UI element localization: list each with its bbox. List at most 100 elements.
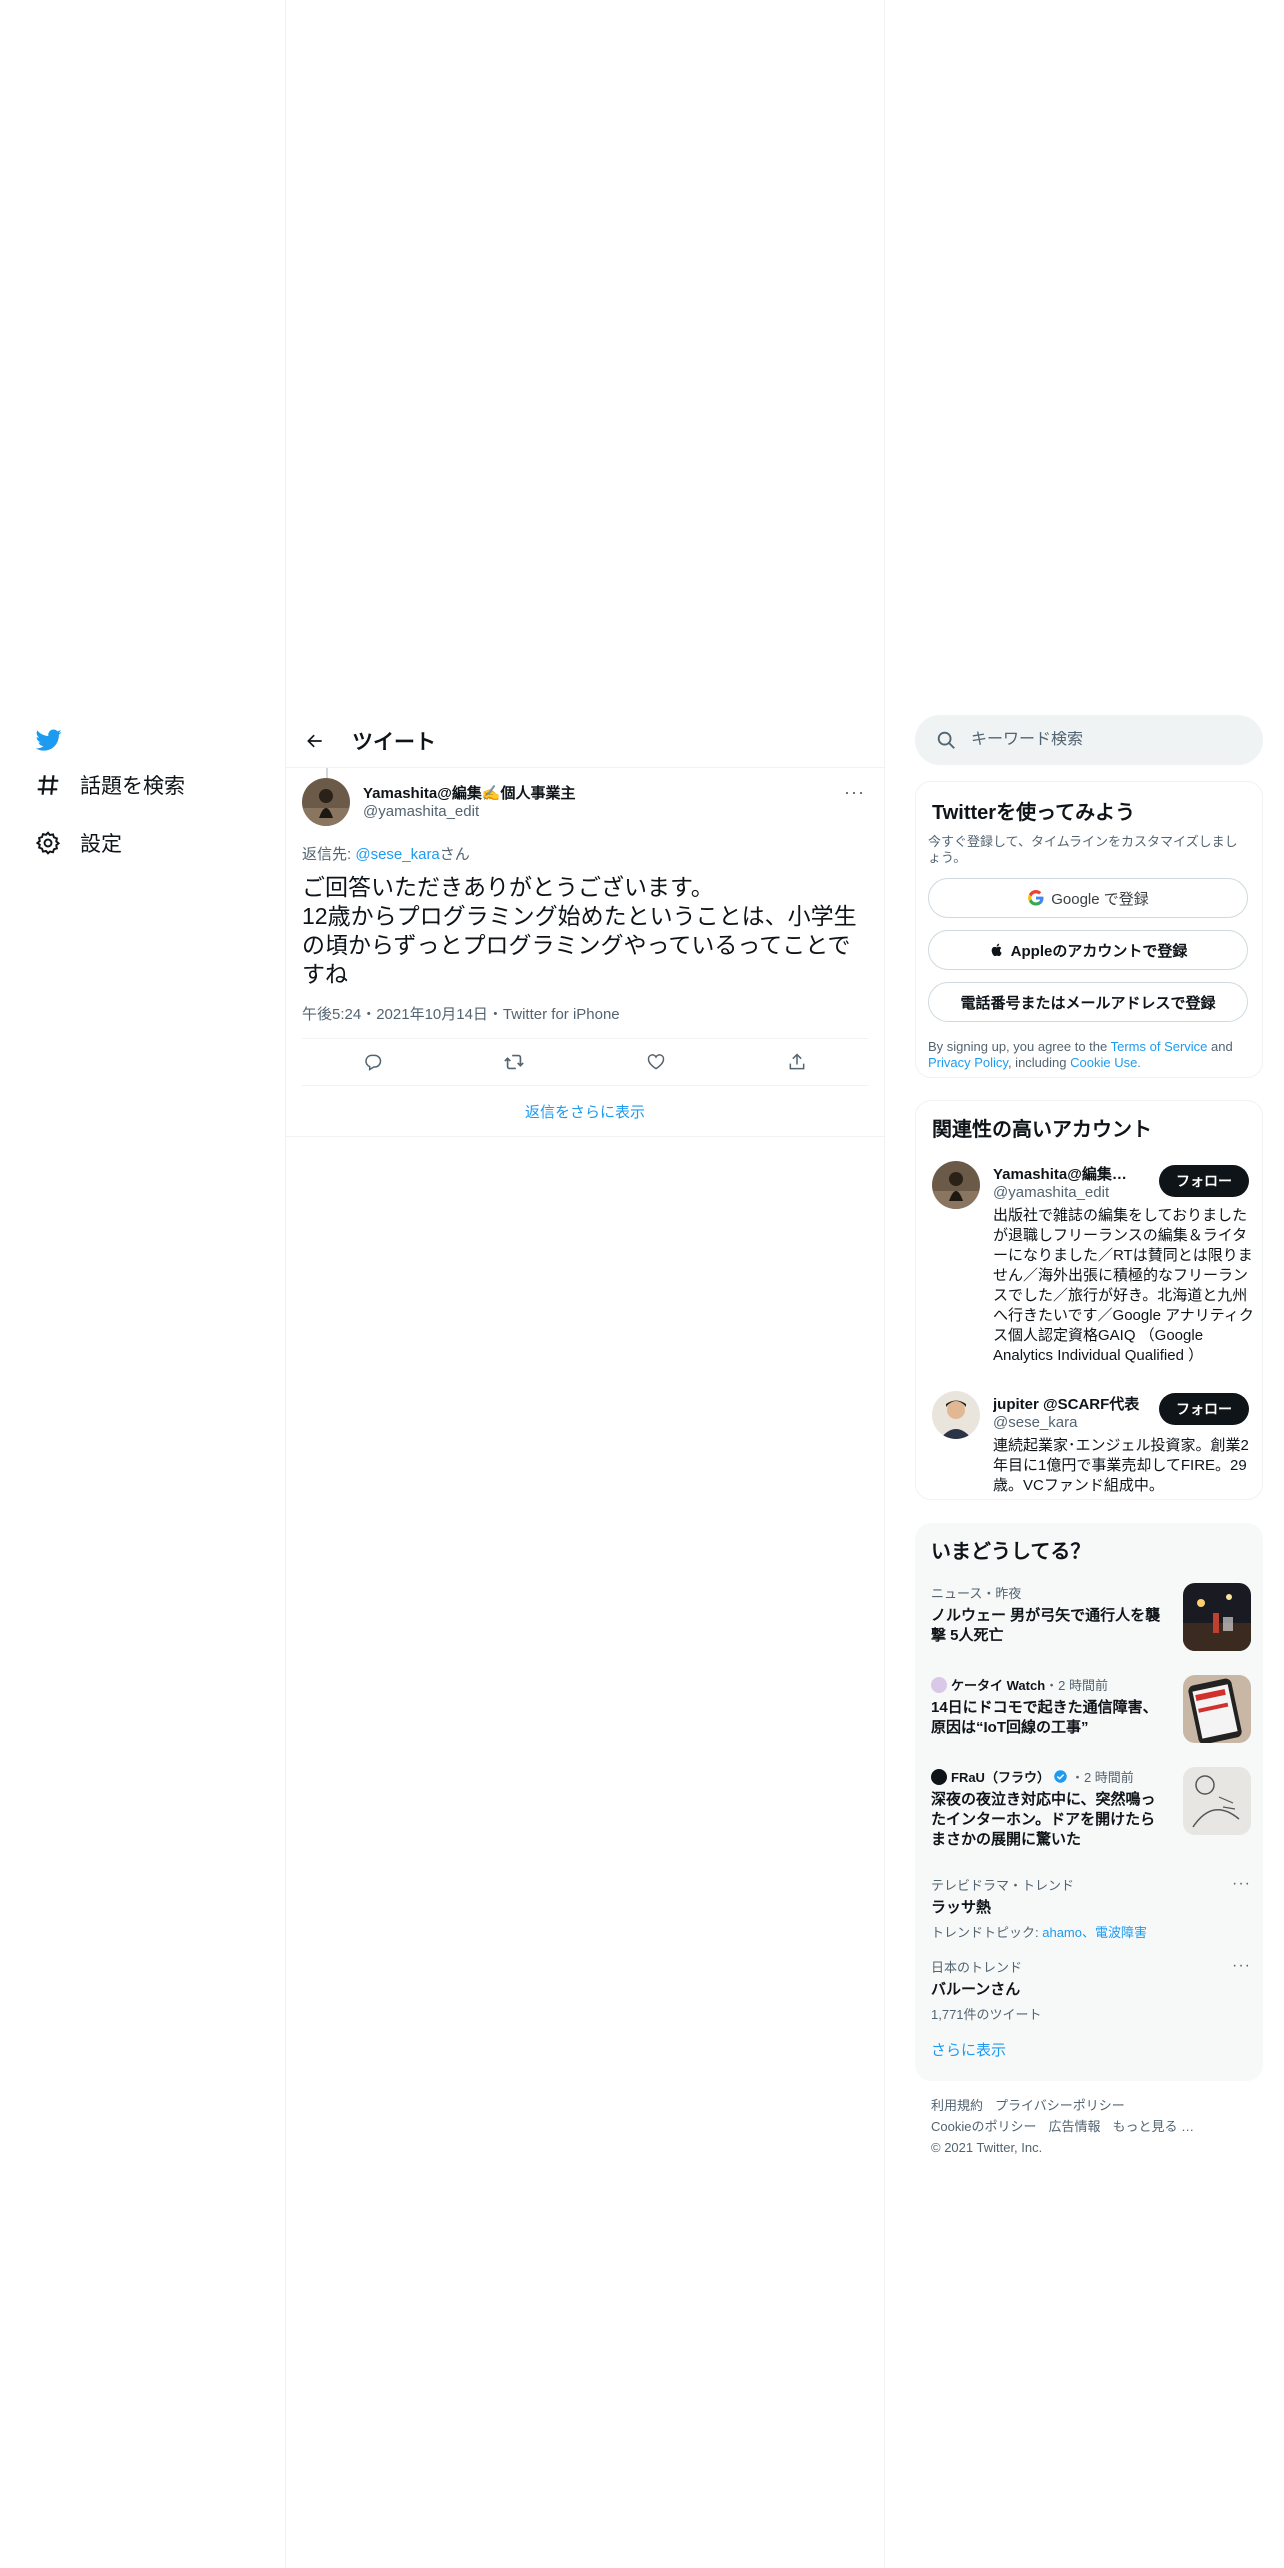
trend-tweet-count: 1,771件のツイート <box>931 2007 1042 2022</box>
nav-explore[interactable]: 話題を検索 <box>34 770 185 800</box>
trend-source: ケータイ Watch <box>951 1678 1046 1693</box>
signup-subtitle: 今すぐ登録して、タイムラインをカスタマイズしましょう。 <box>928 834 1238 865</box>
apple-signup-button[interactable]: Appleのアカウントで登録 <box>928 930 1248 970</box>
footer-link[interactable]: プライバシーポリシー <box>995 2098 1125 2113</box>
trends-title: いまどうしてる？ <box>931 1541 1091 1563</box>
nav-settings-label: 設定 <box>80 833 122 856</box>
account-name[interactable]: Yamashita@編集✍️個人事業主 <box>993 1163 1143 1184</box>
trend-thumbnail <box>1183 1767 1251 1835</box>
retweet-button[interactable] <box>497 1045 531 1079</box>
heart-icon <box>647 1054 664 1070</box>
trend-topics-prefix: トレンドトピック: <box>931 1925 1043 1940</box>
signup-title: Twitterを使ってみよう <box>932 802 1136 824</box>
page-header: ツイート <box>286 715 884 768</box>
footer-link[interactable]: 利用規約 <box>931 2098 983 2113</box>
twitter-bird-icon[interactable] <box>34 727 64 753</box>
trend-topics-links[interactable]: ahamo、電波障害 <box>1042 1925 1147 1940</box>
back-button[interactable] <box>298 724 332 758</box>
reply-button[interactable] <box>356 1045 390 1079</box>
trends-card: いまどうしてる？ ニュース・昨夜 ノルウェー 男が弓矢で通行人を襲撃 5人死亡 … <box>915 1523 1263 2081</box>
trend-item[interactable]: テレビドラマ・トレンド ラッサ熱 トレンドトピック: ahamo、電波障害 ··… <box>931 1875 1251 1941</box>
avatar[interactable] <box>302 778 350 826</box>
footer: 利用規約 プライバシーポリシー Cookieのポリシー 広告情報 もっと見る … © … <box>931 2095 1251 2158</box>
search-icon <box>937 731 955 749</box>
nav-explore-label: 話題を検索 <box>80 775 185 798</box>
more-options-button[interactable]: ··· <box>1232 1875 1251 1893</box>
more-options-button[interactable]: ··· <box>844 782 865 803</box>
copyright: © 2021 Twitter, Inc. <box>931 2140 1043 2155</box>
account-name[interactable]: jupiter @SCARF代表 <box>993 1393 1143 1414</box>
account-handle[interactable]: @sese_kara <box>993 1414 1077 1431</box>
trend-topics: トレンドトピック: ahamo、電波障害 <box>931 1922 1251 1941</box>
share-button[interactable] <box>780 1045 814 1079</box>
privacy-policy-link[interactable]: Privacy Policy <box>928 1055 1008 1070</box>
phone-email-signup-button[interactable]: 電話番号またはメールアドレスで登録 <box>928 982 1248 1022</box>
more-options-button[interactable]: ··· <box>1232 1957 1251 1975</box>
trend-thumbnail <box>1183 1583 1251 1651</box>
trend-title: 深夜の夜泣き対応中に、突然鳴ったインターホン。ドアを開けたらまさかの展開に驚いた <box>931 1791 1156 1848</box>
tweet-timestamp[interactable]: 午後5:24・2021年10月14日・Twitter for iPhone <box>302 1003 620 1024</box>
thread-connector <box>326 768 328 778</box>
account-handle[interactable]: @yamashita_edit <box>993 1184 1109 1201</box>
footer-row-2: Cookieのポリシー 広告情報 もっと見る … <box>931 2116 1251 2137</box>
trend-title: ノルウェー 男が弓矢で通行人を襲撃 5人死亡 <box>931 1607 1161 1644</box>
author-name[interactable]: Yamashita@編集✍️個人事業主 <box>363 782 576 803</box>
avatar[interactable] <box>932 1391 980 1439</box>
search-input[interactable] <box>971 731 1231 749</box>
author-handle[interactable]: @yamashita_edit <box>363 803 479 820</box>
follow-button[interactable]: フォロー <box>1159 1165 1249 1197</box>
reply-suffix: さん <box>439 846 470 863</box>
gear-icon <box>34 829 62 857</box>
terms-text-3: , including <box>1007 1055 1071 1070</box>
avatar[interactable] <box>932 1161 980 1209</box>
related-accounts-card: 関連性の高いアカウント Yamashita@編集✍️個人事業主 @yamashi… <box>915 1100 1263 1500</box>
source-logo-icon <box>931 1676 947 1693</box>
terms-of-service-link[interactable]: Terms of Service <box>1111 1039 1208 1054</box>
trend-title: ラッサ熱 <box>931 1899 992 1916</box>
reply-handle-link[interactable]: @sese_kara <box>355 846 439 863</box>
cookie-use-link[interactable]: Cookie Use. <box>1070 1055 1141 1070</box>
hashtag-icon <box>34 771 62 799</box>
reply-to-line: 返信先: @sese_karaさん <box>302 843 470 864</box>
signup-terms: By signing up, you agree to the Terms of… <box>928 1039 1250 1071</box>
show-more-replies-button[interactable]: 返信をさらに表示 <box>286 1087 884 1137</box>
trend-title: 14日にドコモで起きた通信障害、原因は“IoT回線の工事” <box>931 1699 1158 1736</box>
nav-settings[interactable]: 設定 <box>34 828 122 858</box>
verified-badge-icon <box>1054 1770 1067 1783</box>
follow-button[interactable]: フォロー <box>1159 1393 1249 1425</box>
tweet-actions <box>302 1038 868 1086</box>
trend-item[interactable]: ケータイ Watch ・2 時間前 14日にドコモで起きた通信障害、原因は“Io… <box>931 1675 1251 1743</box>
retweet-icon <box>504 1054 525 1070</box>
footer-link[interactable]: 広告情報 <box>1048 2119 1100 2134</box>
share-icon <box>789 1053 805 1070</box>
main-column: ツイート Yamashita@編集✍️個人事業主 @yamashita_edit… <box>285 0 885 2568</box>
account-bio: 出版社で雑誌の編集をしておりましたが退職しフリーランスの編集＆ライターになりまし… <box>993 1207 1254 1364</box>
signup-card: Twitterを使ってみよう 今すぐ登録して、タイムラインをカスタマイズしましょ… <box>915 781 1263 1078</box>
related-accounts-title: 関連性の高いアカウント <box>932 1119 1152 1141</box>
trend-item[interactable]: FRaU（フラウ） ・2 時間前 深夜の夜泣き対応中に、突然鳴ったインターホン。… <box>931 1767 1251 1850</box>
trend-thumbnail <box>1183 1675 1251 1743</box>
reply-prefix: 返信先: <box>302 846 356 863</box>
google-signup-label: Google で登録 <box>1051 890 1149 908</box>
trend-context: テレビドラマ・トレンド <box>931 1878 1075 1893</box>
google-icon <box>1028 889 1044 906</box>
back-arrow-icon <box>307 734 322 748</box>
search-bar[interactable] <box>915 715 1263 765</box>
footer-row-1: 利用規約 プライバシーポリシー <box>931 2095 1251 2116</box>
reply-icon <box>365 1054 381 1071</box>
like-button[interactable] <box>639 1045 673 1079</box>
trend-source: FRaU（フラウ） <box>951 1770 1050 1785</box>
account-bio: 連続起業家･エンジェル投資家。創業2年目に1億円で事業売却してFIRE。29歳。… <box>993 1437 1249 1494</box>
footer-link[interactable]: もっと見る … <box>1112 2119 1194 2134</box>
apple-signup-label: Appleのアカウントで登録 <box>1010 942 1188 960</box>
google-signup-button[interactable]: Google で登録 <box>928 878 1248 918</box>
trend-time: ・2 時間前 <box>1045 1678 1108 1693</box>
trend-title: バルーンさん <box>931 1981 1021 1998</box>
trends-show-more-link[interactable]: さらに表示 <box>931 2039 1006 2060</box>
footer-link[interactable]: Cookieのポリシー <box>931 2119 1036 2134</box>
tweet-text: ご回答いただきありがとうございます。 12歳からプログラミング始めたということは… <box>302 874 857 987</box>
apple-icon <box>991 943 1002 957</box>
trend-item[interactable]: 日本のトレンド バルーンさん 1,771件のツイート ··· <box>931 1957 1251 2023</box>
trend-item[interactable]: ニュース・昨夜 ノルウェー 男が弓矢で通行人を襲撃 5人死亡 <box>931 1583 1251 1651</box>
terms-text-1: By signing up, you agree to the <box>928 1039 1111 1054</box>
